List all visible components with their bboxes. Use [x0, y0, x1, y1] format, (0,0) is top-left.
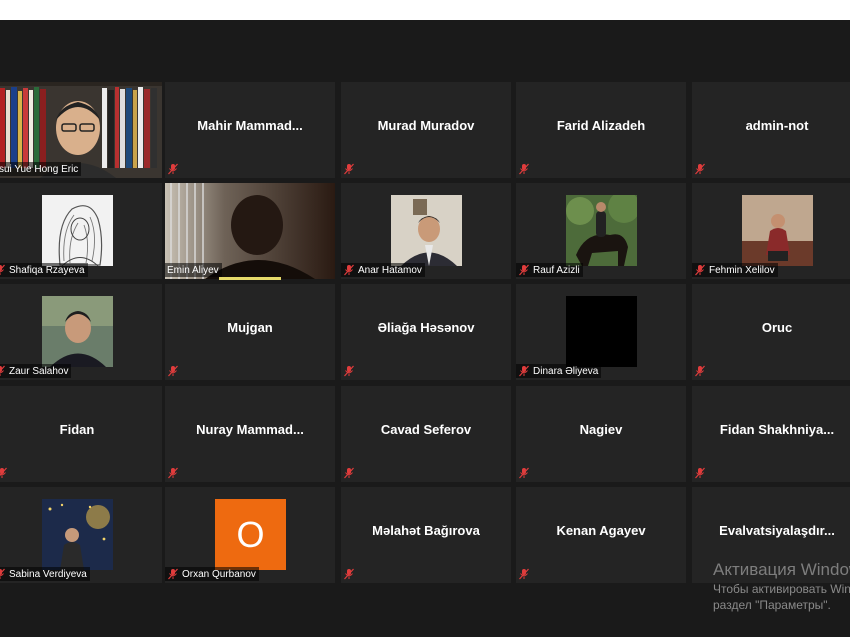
participant-tile-oruc[interactable]: Oruc	[692, 284, 850, 380]
participant-tile-dinara-aliyeva[interactable]: Dinara Əliyeva	[516, 284, 686, 380]
participant-name: Farid Alizadeh	[556, 118, 646, 133]
mic-muted-icon	[344, 264, 354, 276]
participant-name: Fidan	[59, 422, 95, 437]
participant-tile-admin-not[interactable]: admin-not	[692, 82, 850, 178]
participant-name-label: Rauf Azizli	[516, 263, 583, 277]
participant-name-label: Zaur Salahov	[0, 364, 72, 378]
mic-muted-icon	[344, 568, 354, 580]
mic-muted-icon	[695, 264, 705, 276]
mic-muted-icon	[0, 365, 5, 376]
mic-muted-icon	[168, 467, 178, 479]
windows-activation-watermark: Активация Windows Чтобы активировать Win…	[713, 560, 850, 612]
profile-photo	[42, 195, 113, 266]
profile-photo	[42, 499, 113, 570]
participant-name: Fehmin Xelilov	[709, 264, 775, 276]
mic-muted-icon	[344, 365, 354, 377]
participant-tile-fehmin-xelilov[interactable]: Fehmin Xelilov	[692, 183, 850, 279]
participant-name: Anar Hatamov	[358, 264, 422, 276]
mic-muted-icon	[0, 467, 7, 478]
participant-name: Tsui Yue Hong Eric	[0, 163, 79, 175]
participant-name-label: Orxan Qurbanov	[165, 567, 259, 581]
mic-muted-icon	[0, 568, 5, 579]
participant-tile-tsui-yue-hong-eric[interactable]: Tsui Yue Hong Eric	[0, 82, 162, 178]
participant-name: Cavad Seferov	[380, 422, 472, 437]
participant-tile-malahat-bagirova[interactable]: Məlahət Bağırova	[341, 487, 511, 583]
participant-tile-rauf-azizli[interactable]: Rauf Azizli	[516, 183, 686, 279]
participant-tile-mujgan[interactable]: Mujgan	[165, 284, 335, 380]
participant-tile-cavad-seferov[interactable]: Cavad Seferov	[341, 386, 511, 482]
participant-name: Əliağa Həsənov	[377, 320, 475, 335]
participant-tile-anar-hatamov[interactable]: Anar Hatamov	[341, 183, 511, 279]
participant-name-label: Dinara Əliyeva	[516, 364, 602, 378]
participant-name: Sabina Verdiyeva	[9, 568, 87, 580]
participant-name: Fidan Shakhniya...	[719, 422, 835, 437]
participant-tile-emin-aliyev[interactable]: Emin Aliyev	[165, 183, 335, 280]
mic-muted-icon	[519, 163, 529, 175]
mic-muted-icon	[168, 365, 178, 377]
participant-name: Kenan Agayev	[556, 523, 646, 538]
participant-name: Məlahət Bağırova	[372, 523, 480, 538]
participant-name: admin-not	[745, 118, 809, 133]
mic-muted-icon	[168, 568, 178, 580]
active-speaker-indicator	[219, 277, 281, 280]
participant-tile-zaur-salahov[interactable]: Zaur Salahov	[0, 284, 162, 380]
mic-muted-icon	[695, 467, 705, 479]
participant-name-label: Emin Aliyev	[165, 263, 222, 277]
participant-name: Dinara Əliyeva	[533, 365, 599, 377]
mic-muted-icon	[519, 568, 529, 580]
participant-name: Murad Muradov	[377, 118, 475, 133]
participant-name: Zaur Salahov	[9, 365, 69, 377]
participant-tile-fidan[interactable]: Fidan	[0, 386, 162, 482]
participant-name: Mahir Mammad...	[197, 118, 303, 133]
watermark-title: Активация Windows	[713, 560, 850, 579]
participant-tile-kenan-agayev[interactable]: Kenan Agayev	[516, 487, 686, 583]
participant-name: Mujgan	[227, 320, 273, 335]
participant-name: Emin Aliyev	[167, 264, 219, 276]
participant-name: Oruc	[761, 320, 793, 335]
participant-name: Evalvatsiyalaşdır...	[719, 523, 835, 538]
participant-name-label: Anar Hatamov	[341, 263, 425, 277]
participant-name: Rauf Azizli	[533, 264, 580, 276]
participant-name: Nuray Mammad...	[196, 422, 304, 437]
participant-name: Orxan Qurbanov	[182, 568, 256, 580]
watermark-line: Чтобы активировать Windows, перейдите в	[713, 582, 850, 596]
watermark-line: раздел "Параметры".	[713, 598, 831, 612]
participant-tile-fidan-shakhniyarova[interactable]: Fidan Shakhniya...	[692, 386, 850, 482]
avatar: O	[215, 499, 286, 570]
participant-tile-murad-muradov[interactable]: Murad Muradov	[341, 82, 511, 178]
mic-muted-icon	[519, 467, 529, 479]
participant-tile-nuray-mammadova[interactable]: Nuray Mammad...	[165, 386, 335, 482]
mic-muted-icon	[168, 163, 178, 175]
mic-muted-icon	[519, 365, 529, 377]
participant-name: Shafiqa Rzayeva	[9, 264, 85, 276]
mic-muted-icon	[0, 264, 5, 275]
profile-photo	[566, 296, 637, 367]
participant-tile-mahir-mammadov[interactable]: Mahir Mammad...	[165, 82, 335, 178]
mic-muted-icon	[695, 163, 705, 175]
participant-name: Nagiev	[579, 422, 623, 437]
participant-name-label: Fehmin Xelilov	[692, 263, 778, 277]
participant-tile-orxan-qurbanov[interactable]: O Orxan Qurbanov	[165, 487, 335, 583]
participant-tile-nagiev[interactable]: Nagiev	[516, 386, 686, 482]
participant-name-label: Tsui Yue Hong Eric	[0, 162, 82, 176]
participant-tile-sabina-verdiyeva[interactable]: Sabina Verdiyeva	[0, 487, 162, 583]
participant-name-label: Sabina Verdiyeva	[0, 567, 90, 581]
participant-tile-farid-alizadeh[interactable]: Farid Alizadeh	[516, 82, 686, 178]
profile-photo	[391, 195, 462, 266]
participant-tile-shafiqa-rzayeva[interactable]: Shafiqa Rzayeva	[0, 183, 162, 279]
profile-photo	[742, 195, 813, 266]
participant-tile-aliaga-hasanov[interactable]: Əliağa Həsənov	[341, 284, 511, 380]
mic-muted-icon	[344, 163, 354, 175]
profile-photo	[566, 195, 637, 266]
mic-muted-icon	[344, 467, 354, 479]
gallery-view-grid: Tsui Yue Hong Eric Mahir Mammad... Murad…	[0, 0, 850, 637]
profile-photo	[42, 296, 113, 367]
mic-muted-icon	[695, 365, 705, 377]
mic-muted-icon	[519, 264, 529, 276]
participant-name-label: Shafiqa Rzayeva	[0, 263, 88, 277]
